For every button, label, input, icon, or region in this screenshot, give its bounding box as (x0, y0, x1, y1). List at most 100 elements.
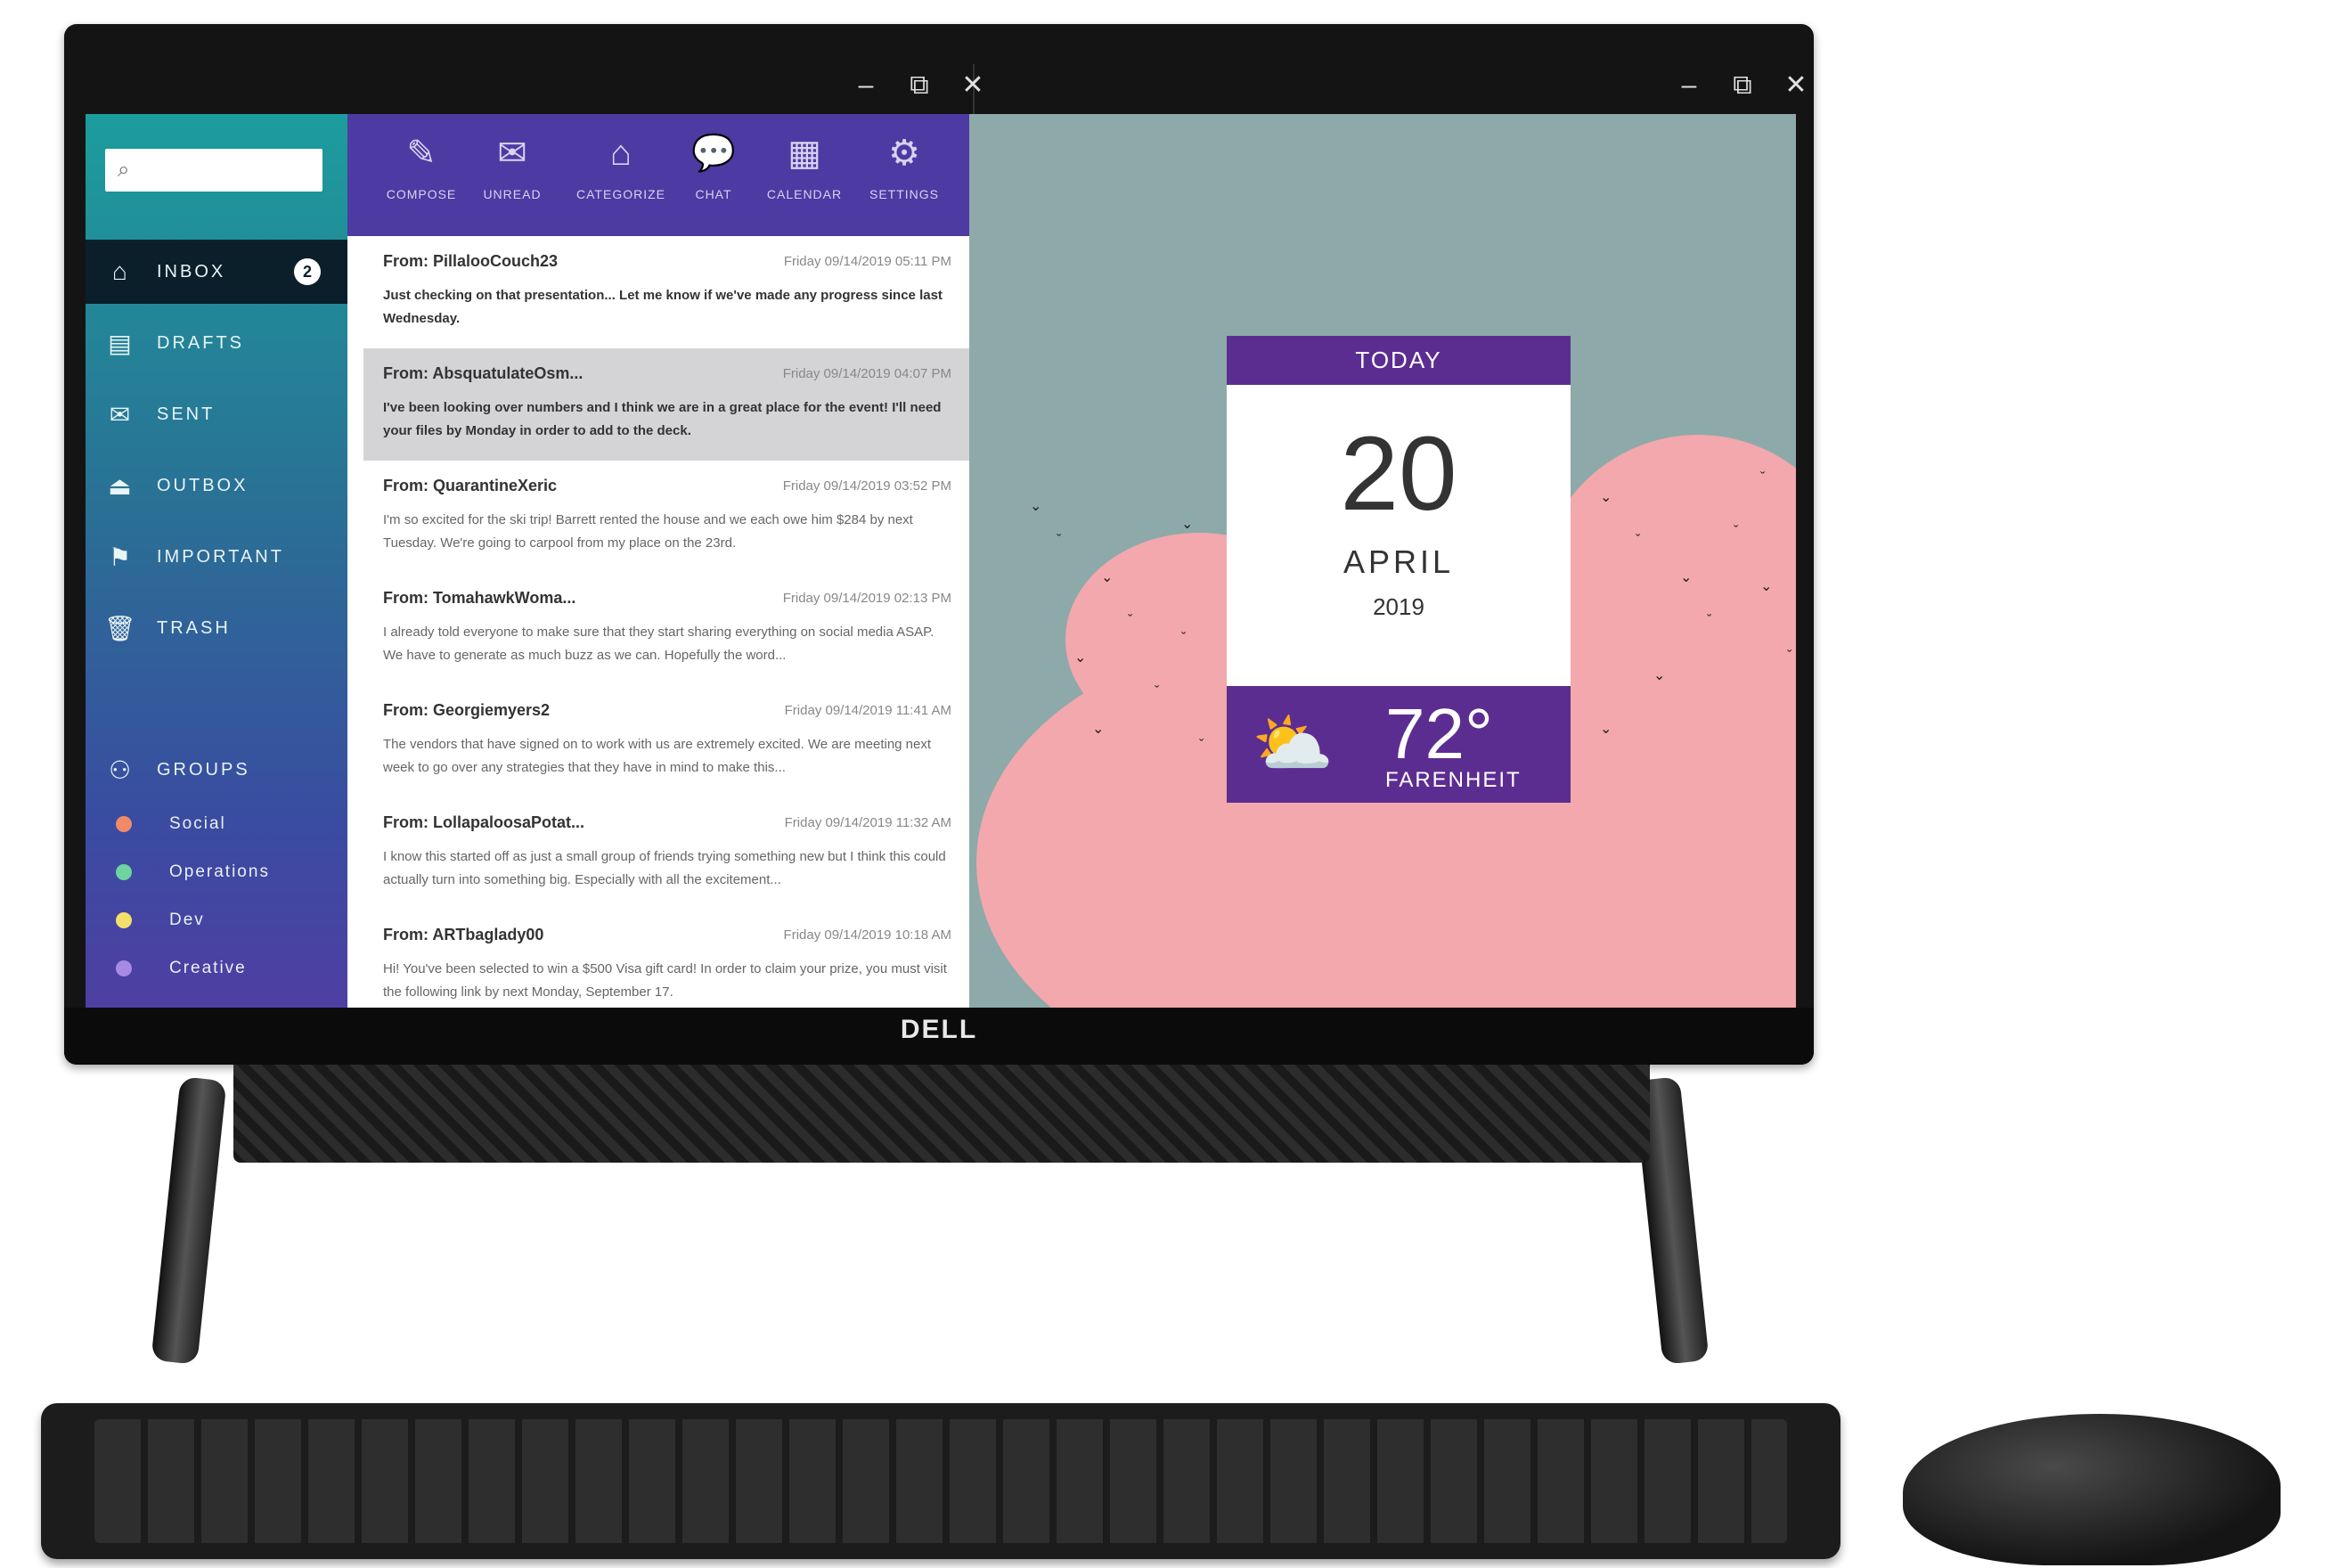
restore-button[interactable]: ⧉ (1728, 70, 1757, 101)
minimize-button[interactable]: – (852, 70, 880, 101)
calendar-button[interactable]: ▦ CALENDAR (755, 134, 853, 201)
calendar-icon: ▦ (788, 134, 821, 173)
email-preview: The vendors that have signed on to work … (383, 737, 932, 775)
sidebar-item-label: INBOX (157, 261, 226, 282)
groups-people-icon: ⚇ (108, 755, 135, 784)
toolbar-label: UNREAD (483, 187, 542, 201)
envelope-icon: ✉ (497, 134, 527, 173)
mail-toolbar: ✎ COMPOSE ✉ UNREAD ⌂ CATEGORIZE 💬 CHAT ▦… (347, 114, 969, 236)
gear-icon: ⚙ (888, 134, 920, 173)
close-button[interactable]: ✕ (959, 69, 987, 101)
sidebar-item-sent[interactable]: ✉ SENT (86, 382, 347, 446)
categorize-button[interactable]: ⌂ CATEGORIZE (572, 134, 670, 201)
email-preview: I know this started off as just a small … (383, 849, 946, 887)
dell-logo: DELL (900, 1015, 978, 1044)
email-sender: From: AbsquatulateOsm... (383, 364, 584, 382)
group-label: Dev (169, 911, 205, 929)
group-item-dev[interactable]: Dev (86, 898, 205, 943)
group-color-dot (116, 864, 132, 880)
group-item-social[interactable]: Social (86, 802, 226, 846)
keyboard-keys (94, 1419, 1787, 1543)
sidebar-item-groups[interactable]: ⚇ GROUPS (86, 738, 347, 802)
sidebar-item-inbox[interactable]: ⌂ INBOX 2 (86, 240, 347, 304)
toolbar-label: COMPOSE (386, 187, 457, 201)
monitor-chin: DELL (64, 1008, 1814, 1065)
email-preview: Hi! You've been selected to win a $500 V… (383, 961, 947, 1000)
email-sender: From: QuarantineXeric (383, 477, 558, 494)
chat-bubble-icon: 💬 (691, 134, 736, 173)
group-item-creative[interactable]: Creative (86, 946, 247, 991)
toolbar-label: CALENDAR (766, 187, 843, 201)
group-item-operations[interactable]: Operations (86, 850, 270, 894)
partly-cloudy-icon: ⛅ (1252, 706, 1334, 780)
speaker-grille (233, 1065, 1650, 1163)
mouse (1903, 1414, 2281, 1565)
email-item[interactable]: From: ARTbaglady00 Friday 09/14/2019 10:… (347, 910, 969, 1008)
widget-header: TODAY (1227, 336, 1571, 385)
email-item[interactable]: From: TomahawkWoma... Friday 09/14/2019 … (347, 573, 969, 685)
email-item[interactable]: From: Georgiemyers2 Friday 09/14/2019 11… (347, 685, 969, 797)
chat-button[interactable]: 💬 CHAT (665, 134, 763, 201)
keyboard (41, 1403, 1840, 1559)
date-day: 20 (1340, 415, 1457, 533)
search-input[interactable]: ⌕ (105, 149, 322, 192)
group-label: Creative (169, 959, 247, 977)
email-item-selected[interactable]: From: AbsquatulateOsm... Friday 09/14/20… (363, 348, 969, 461)
toolbar-label: SETTINGS (869, 187, 939, 201)
email-preview: I'm so excited for the ski trip! Barrett… (383, 512, 913, 551)
email-sender: From: Georgiemyers2 (383, 701, 551, 719)
groups-label: GROUPS (157, 759, 250, 780)
sidebar-item-label: SENT (157, 404, 216, 424)
group-label: Operations (169, 862, 270, 881)
toolbar-label: CHAT (695, 187, 732, 201)
sidebar-item-label: IMPORTANT (157, 546, 284, 567)
sidebar-item-label: DRAFTS (157, 332, 244, 353)
sidebar-item-important[interactable]: ⚑ IMPORTANT (86, 525, 347, 589)
sidebar-item-outbox[interactable]: ⏏ OUTBOX (86, 453, 347, 518)
monitor-stand-leg-left (151, 1076, 227, 1365)
draft-document-icon: ▤ (108, 329, 135, 357)
search-icon: ⌕ (118, 158, 130, 182)
email-sender: From: PillalooCouch23 (383, 252, 559, 270)
weather-panel: ⛅ 72° FARENHEIT (1227, 686, 1571, 803)
email-date: Friday 09/14/2019 04:07 PM (782, 366, 951, 381)
email-date: Friday 09/14/2019 05:11 PM (783, 254, 951, 269)
email-preview: I've been looking over numbers and I thi… (383, 400, 942, 438)
email-sender: From: ARTbaglady00 (383, 926, 544, 943)
today-weather-widget[interactable]: TODAY 20 APRIL 2019 ⛅ 72° FARENHEIT (1227, 336, 1571, 803)
email-preview: Just checking on that presentation... Le… (383, 288, 943, 326)
trash-can-icon: 🗑 (103, 614, 139, 642)
date-year: 2019 (1373, 593, 1424, 620)
minimize-button[interactable]: – (1675, 70, 1703, 101)
sidebar-item-label: TRASH (157, 617, 231, 638)
temperature-value: 72° (1385, 694, 1493, 773)
outbox-tray-icon: ⏏ (108, 471, 135, 500)
unread-button[interactable]: ✉ UNREAD (463, 134, 561, 201)
close-button[interactable]: ✕ (1782, 69, 1810, 101)
email-list: From: PillalooCouch23 Friday 09/14/2019 … (347, 236, 969, 1008)
email-date: Friday 09/14/2019 10:18 AM (783, 927, 951, 943)
envelope-sent-icon: ✉ (109, 400, 134, 429)
settings-button[interactable]: ⚙ SETTINGS (855, 134, 953, 201)
email-date: Friday 09/14/2019 03:52 PM (782, 478, 951, 494)
email-item[interactable]: From: PillalooCouch23 Friday 09/14/2019 … (347, 236, 969, 348)
group-color-dot (116, 912, 132, 928)
temperature-unit: FARENHEIT (1385, 768, 1522, 792)
email-date: Friday 09/14/2019 11:32 AM (784, 815, 951, 830)
compose-button[interactable]: ✎ COMPOSE (372, 134, 470, 201)
email-sender: From: LollapaloosaPotat... (383, 813, 585, 831)
sidebar-item-trash[interactable]: 🗑 TRASH (86, 596, 347, 660)
sidebar-item-drafts[interactable]: ▤ DRAFTS (86, 311, 347, 375)
email-item[interactable]: From: LollapaloosaPotat... Friday 09/14/… (347, 797, 969, 910)
flag-icon: ⚑ (108, 543, 135, 571)
restore-button[interactable]: ⧉ (905, 70, 934, 101)
group-label: Social (169, 814, 226, 833)
email-sender: From: TomahawkWoma... (383, 589, 576, 607)
group-color-dot (116, 960, 132, 976)
date-panel: 20 APRIL 2019 (1227, 385, 1571, 686)
screen: ⌄ ˇ ⌄ ˇ ⌄ ˇ ⌄ ˇ ⌄ ˇ ⌄ ˇ ⌄ ˇ ⌄ ˇ ⌄ ˇ ⌄ ˇ … (86, 114, 1796, 1008)
date-month: APRIL (1343, 543, 1455, 580)
desktop-window-controls: – ⧉ ✕ (1675, 69, 1810, 101)
email-item[interactable]: From: QuarantineXeric Friday 09/14/2019 … (347, 461, 969, 573)
sidebar-item-label: OUTBOX (157, 475, 249, 495)
